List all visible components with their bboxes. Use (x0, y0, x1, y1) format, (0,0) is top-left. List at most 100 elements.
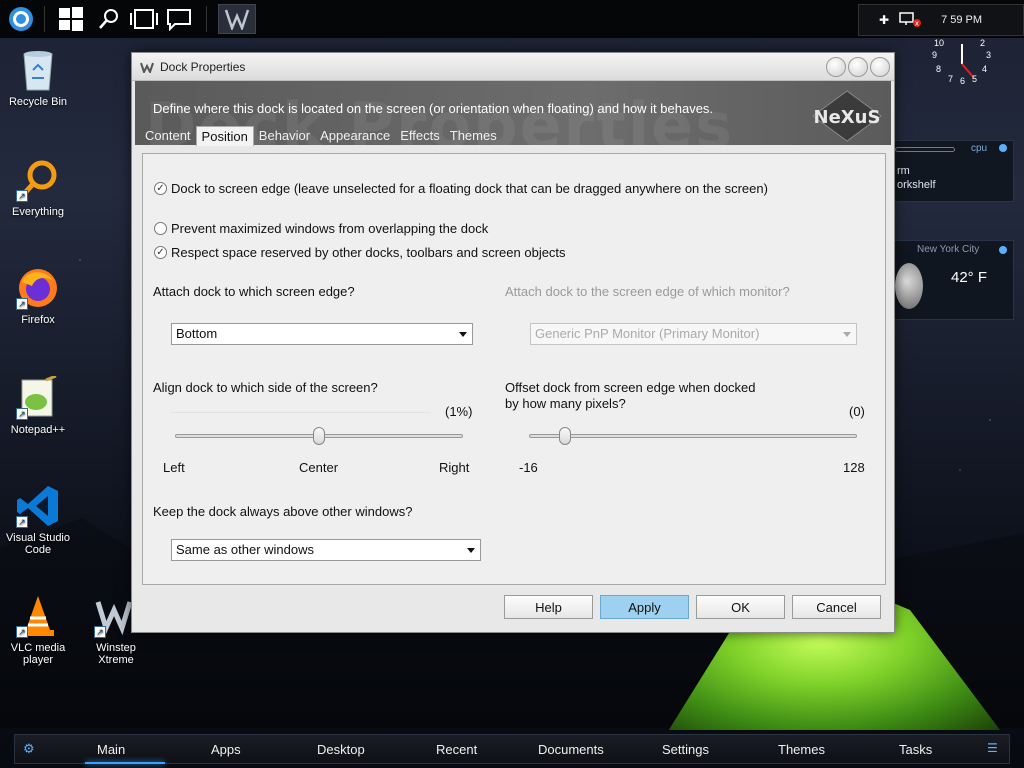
clock-number: 4 (982, 64, 988, 74)
close-button[interactable] (870, 57, 890, 77)
tray-plus-icon[interactable]: ✚ (879, 13, 889, 27)
vlc-cone-icon: ↗ (16, 594, 60, 638)
align-label: Align dock to which side of the screen? (153, 380, 378, 395)
desktop-icon-label: Recycle Bin (8, 96, 68, 108)
desktop-icon-notepadpp[interactable]: ↗ Notepad++ (0, 374, 76, 436)
cpu-label: cpu (971, 143, 988, 154)
minimize-button[interactable] (826, 57, 846, 77)
tab-content[interactable]: Content (140, 126, 196, 146)
position-tab-panel: ✓ Dock to screen edge (leave unselected … (142, 153, 886, 585)
dock-menu-icon[interactable]: ☰ (987, 741, 998, 755)
always-above-select[interactable]: Same as other windows (171, 539, 481, 561)
select-value: Generic PnP Monitor (Primary Monitor) (535, 326, 760, 341)
winstep-logo-icon[interactable] (4, 4, 38, 34)
desktop-icon-firefox[interactable]: ↗ Firefox (0, 266, 76, 326)
offset-slider-track[interactable] (529, 434, 857, 438)
dock-item-documents[interactable]: Documents (538, 742, 604, 757)
tray-clock[interactable]: 7 59 PM (941, 14, 982, 26)
ok-button[interactable]: OK (696, 595, 785, 619)
gear-icon[interactable]: ⚙ (23, 741, 35, 757)
weather-temp: 42° F (951, 269, 988, 286)
offset-label-line1: Offset dock from screen edge when docked (505, 380, 756, 395)
dock-item-settings[interactable]: Settings (662, 742, 709, 757)
svg-text:x: x (915, 19, 919, 27)
desktop-icon-everything[interactable]: ↗ Everything (0, 158, 76, 218)
winstep-xtreme-taskbar-icon[interactable] (218, 4, 256, 34)
dock-item-apps[interactable]: Apps (211, 742, 241, 757)
offset-slider-thumb[interactable] (559, 427, 572, 445)
shortcut-arrow-icon: ↗ (94, 626, 106, 638)
desktop-icon-recycle-bin[interactable]: Recycle Bin (0, 48, 76, 108)
screen-edge-select[interactable]: Bottom (171, 323, 473, 345)
shortcut-arrow-icon: ↗ (16, 516, 28, 528)
shortcut-arrow-icon: ↗ (16, 298, 28, 310)
offset-label-line2: by how many pixels? (505, 396, 626, 411)
clock-number: 10 (934, 38, 945, 48)
vscode-icon: ↗ (16, 484, 60, 528)
dialog-title: Dock Properties (160, 59, 246, 74)
firefox-icon: ↗ (16, 266, 60, 310)
desktop-icon-label: Notepad++ (10, 424, 66, 436)
search-icon[interactable] (96, 4, 122, 34)
respect-space-checkbox[interactable]: ✓ Respect space reserved by other docks,… (154, 245, 566, 260)
clock-number: 8 (936, 64, 942, 74)
clock-number: 6 (960, 76, 966, 86)
desktop-icon-label: Winstep Xtreme (96, 642, 136, 666)
help-button[interactable]: Help (504, 595, 593, 619)
apply-button[interactable]: Apply (600, 595, 689, 619)
dialog-tabs: Content Position Behavior Appearance Eff… (140, 126, 502, 146)
prevent-maximized-checkbox[interactable]: Prevent maximized windows from overlappi… (154, 221, 488, 236)
chat-icon[interactable] (164, 4, 194, 34)
clock-number: 7 (948, 74, 954, 84)
chevron-down-icon (843, 332, 851, 337)
dock-item-themes[interactable]: Themes (778, 742, 825, 757)
align-min-label: Left (163, 460, 185, 475)
shortcut-arrow-icon: ↗ (16, 626, 28, 638)
desktop-icon-vlc[interactable]: ↗ VLC media player (0, 594, 76, 666)
tab-position[interactable]: Position (195, 126, 254, 146)
header-description: Define where this dock is located on the… (153, 101, 714, 116)
offset-max-label: 128 (843, 460, 865, 475)
checkbox-mark-icon: ✓ (154, 182, 167, 195)
clock-number: 2 (980, 38, 986, 48)
top-taskbar: ✚ x 7 59 PM (0, 0, 1024, 38)
active-item-indicator (85, 762, 165, 764)
cancel-button[interactable]: Cancel (792, 595, 881, 619)
windows-start-icon[interactable] (56, 4, 86, 34)
monitor-select: Generic PnP Monitor (Primary Monitor) (530, 323, 857, 345)
clock-number: 5 (972, 74, 978, 84)
tab-effects[interactable]: Effects (395, 126, 445, 146)
tab-appearance[interactable]: Appearance (315, 126, 395, 146)
desktop-icon-label: Everything (12, 206, 64, 218)
checkbox-label: Dock to screen edge (leave unselected fo… (171, 181, 768, 196)
desktop-icon-label: Firefox (21, 314, 55, 326)
network-icon[interactable]: x (899, 11, 922, 30)
moon-icon (895, 263, 923, 309)
attach-edge-label: Attach dock to which screen edge? (153, 284, 355, 299)
dock-item-recent[interactable]: Recent (436, 742, 477, 757)
align-slider-thumb[interactable] (313, 427, 325, 445)
clock-number: 9 (932, 50, 938, 60)
divider (171, 412, 431, 413)
shortcut-arrow-icon: ↗ (16, 408, 28, 420)
select-value: Same as other windows (176, 542, 315, 557)
tab-behavior[interactable]: Behavior (254, 126, 315, 146)
cpu-dot-icon (999, 144, 1007, 152)
widget-text: orkshelf (897, 179, 936, 191)
align-value: (1%) (445, 404, 473, 419)
checkbox-label: Prevent maximized windows from overlappi… (171, 221, 489, 236)
desktop-icon-vscode[interactable]: ↗ Visual Studio Code (0, 484, 76, 556)
task-view-icon[interactable] (128, 4, 160, 34)
dock-item-tasks[interactable]: Tasks (899, 742, 932, 757)
system-tray: ✚ x 7 59 PM (858, 4, 1024, 36)
select-value: Bottom (176, 326, 218, 341)
dock-to-edge-checkbox[interactable]: ✓ Dock to screen edge (leave unselected … (154, 181, 768, 196)
maximize-button[interactable] (848, 57, 868, 77)
dialog-titlebar[interactable]: Dock Properties (132, 53, 894, 81)
dock-item-desktop[interactable]: Desktop (317, 742, 365, 757)
tab-themes[interactable]: Themes (445, 126, 502, 146)
dock-properties-dialog: Dock Properties Dock Properties Define w… (131, 52, 895, 633)
logo-text: NeXuS (814, 107, 881, 128)
dock-item-main[interactable]: Main (97, 742, 125, 757)
offset-min-label: -16 (519, 460, 538, 475)
